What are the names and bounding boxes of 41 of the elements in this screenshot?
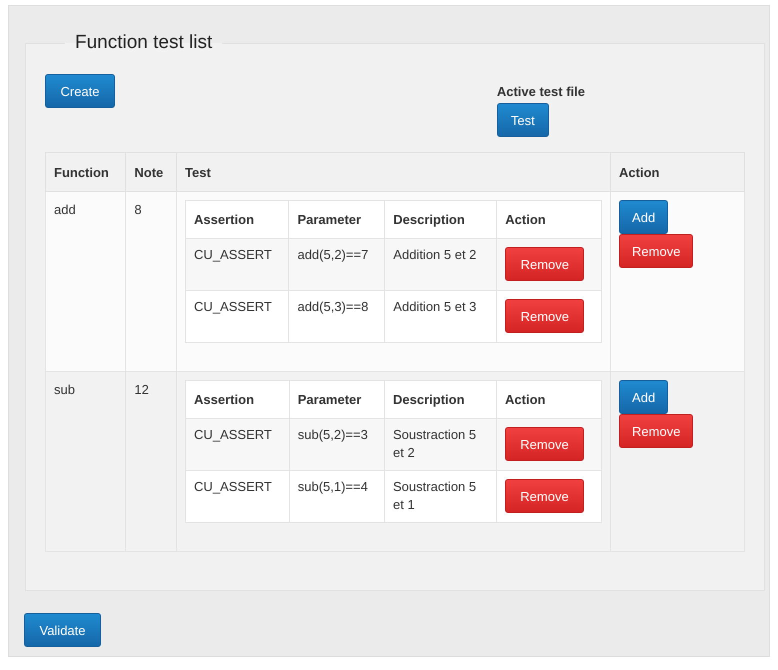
remove-button[interactable]: Remove <box>505 247 584 281</box>
table-cell: CU_ASSERT <box>186 470 290 522</box>
column-header: Parameter <box>288 200 385 238</box>
table-cell: CU_ASSERT <box>186 418 290 470</box>
column-header: Description <box>384 200 497 238</box>
add-button[interactable]: Add <box>619 200 668 234</box>
table-cell: sub(5,1)==4 <box>289 470 385 522</box>
table-cell: 8 <box>126 192 177 372</box>
table-cell: CU_ASSERT <box>186 290 289 342</box>
active-test-file-label: Active test file <box>496 84 585 99</box>
table-cell: Addition 5 et 3 <box>384 290 497 342</box>
column-header: Assertion <box>186 200 289 238</box>
remove-button[interactable]: Remove <box>505 299 584 333</box>
column-header: Test <box>176 152 611 192</box>
column-header: Note <box>126 152 177 192</box>
table-cell: add(5,2)==7 <box>288 238 385 290</box>
table-cell: CU_ASSERT <box>186 238 289 290</box>
test-button[interactable]: Test <box>496 103 549 137</box>
add-button[interactable]: Add <box>619 380 668 414</box>
column-header: Parameter <box>289 380 385 418</box>
column-header: Action <box>496 380 602 418</box>
table-cell: Soustraction 5 et 1 <box>384 470 497 522</box>
remove-button[interactable]: Remove <box>619 234 694 268</box>
table-cell: sub(5,2)==3 <box>289 418 385 470</box>
section-title: Function test list <box>74 32 214 54</box>
column-header: Action <box>496 200 602 238</box>
create-button[interactable]: Create <box>45 74 115 108</box>
column-header: Function <box>46 152 126 192</box>
table-cell: Soustraction 5 et 2 <box>384 418 497 470</box>
table-cell: 12 <box>126 372 177 552</box>
column-header: Action <box>610 152 744 192</box>
table-cell: add <box>46 192 126 372</box>
column-header: Assertion <box>186 380 290 418</box>
table-cell: sub <box>46 372 126 552</box>
table-cell: add(5,3)==8 <box>288 290 385 342</box>
remove-button[interactable]: Remove <box>619 414 694 448</box>
table-cell: Addition 5 et 2 <box>384 238 497 290</box>
column-header: Description <box>384 380 497 418</box>
remove-button[interactable]: Remove <box>505 479 584 513</box>
validate-button[interactable]: Validate <box>24 613 101 647</box>
remove-button[interactable]: Remove <box>505 427 584 461</box>
